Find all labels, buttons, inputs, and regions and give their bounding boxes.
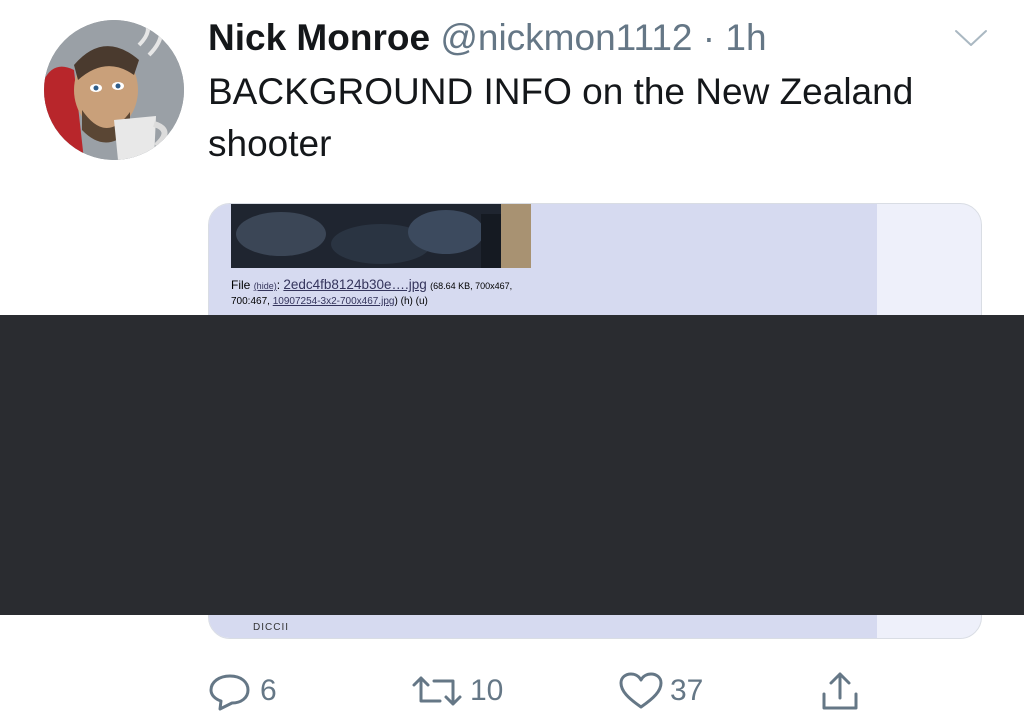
redaction-block bbox=[0, 315, 1024, 615]
file-info: (68.64 KB, 700x467, bbox=[430, 281, 513, 291]
separator-dot: · bbox=[702, 17, 716, 58]
file-name-link[interactable]: 2edc4fb8124b30e….jpg bbox=[283, 277, 426, 292]
user-handle[interactable]: @nickmon1112 bbox=[440, 17, 692, 58]
share-icon bbox=[822, 672, 858, 710]
hide-link[interactable]: (hide) bbox=[254, 281, 277, 291]
like-button[interactable]: 37 bbox=[618, 668, 703, 714]
clipped-text: DICCII bbox=[253, 622, 289, 633]
file-info-line: File (hide): 2edc4fb8124b30e….jpg (68.64… bbox=[231, 277, 513, 292]
tweet-header: Nick Monroe @nickmon1112 · 1h bbox=[208, 14, 767, 62]
timestamp[interactable]: 1h bbox=[725, 17, 766, 58]
tweet: Nick Monroe @nickmon1112 · 1h BACKGROUND… bbox=[0, 0, 1024, 727]
photo-thumbnail bbox=[231, 204, 531, 268]
retweet-button[interactable]: 10 bbox=[410, 668, 503, 714]
retweet-count: 10 bbox=[470, 674, 504, 707]
display-name[interactable]: Nick Monroe bbox=[208, 17, 430, 58]
share-button[interactable] bbox=[820, 668, 860, 714]
chevron-down-icon[interactable] bbox=[954, 28, 988, 48]
like-count: 37 bbox=[670, 674, 704, 707]
file-info-line-2: 700:467, 10907254-3x2-700x467.jpg) (h) (… bbox=[231, 295, 428, 309]
avatar-image bbox=[44, 20, 184, 160]
file-info-2: 700:467, bbox=[231, 296, 270, 307]
original-name-link[interactable]: 10907254-3x2-700x467.jpg bbox=[273, 296, 395, 307]
heart-icon bbox=[619, 672, 663, 709]
reply-count: 6 bbox=[260, 674, 277, 707]
reply-icon bbox=[209, 674, 250, 711]
reply-button[interactable]: 6 bbox=[208, 668, 277, 714]
avatar[interactable] bbox=[44, 20, 184, 160]
tweet-text: BACKGROUND INFO on the New Zealand shoot… bbox=[208, 71, 914, 164]
retweet-icon bbox=[412, 676, 462, 706]
tweet-actions: 6 10 37 bbox=[0, 668, 1024, 718]
file-label: File bbox=[231, 278, 251, 292]
tail-links[interactable]: ) (h) (u) bbox=[395, 296, 428, 307]
